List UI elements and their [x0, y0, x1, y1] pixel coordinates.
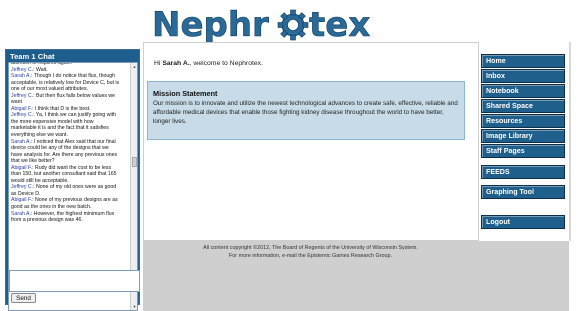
side-navigation: Home Inbox Notebook Shared Space Resourc…: [479, 48, 569, 241]
nav-feeds[interactable]: FEEDS: [481, 165, 565, 179]
chat-text: : None of my old ones were as good: [33, 184, 117, 191]
mission-title: Mission Statement: [153, 89, 218, 98]
footer-contact: For more information, e-mail the Epistem…: [229, 253, 392, 259]
nav-label: Resources: [486, 117, 523, 125]
chat-message-line: Jeffrey C.: But then flux falls below va…: [11, 93, 129, 100]
chat-speaker: Abigail F.: [11, 197, 33, 204]
chat-text: : Though I do notice that flux, though: [30, 73, 116, 80]
chat-text: : Rudy did want the cost to be less: [32, 164, 112, 171]
scroll-down-arrow-icon[interactable]: ▼: [132, 304, 137, 309]
main-content: Hi Sarah A., welcome to Nephrotex. Missi…: [143, 42, 479, 241]
chat-text: : Wait.: [33, 66, 48, 73]
chat-speaker: Abigail F.: [11, 105, 33, 112]
chat-speaker: Jeffrey C.: [11, 92, 34, 99]
message-label: Message: [9, 263, 31, 269]
nav-staff-pages[interactable]: Staff Pages: [481, 144, 565, 158]
nephrotex-logo: Nephr tex: [152, 5, 371, 42]
chat-text: that we like better?: [11, 158, 55, 165]
chat-text: : But then flux falls below values we: [33, 92, 115, 99]
logo-text-left: Nephr: [152, 5, 269, 42]
chat-text: than 150, but another consultant said th…: [11, 171, 117, 178]
chat-text: everything else we want.: [11, 132, 68, 139]
footer: All content copyright ©2012, The Board o…: [143, 241, 569, 311]
nav-resources[interactable]: Resources: [481, 114, 565, 128]
nav-inbox[interactable]: Inbox: [481, 69, 565, 83]
nav-notebook[interactable]: Notebook: [481, 84, 565, 98]
nav-label: Notebook: [486, 87, 519, 95]
chat-text: : I think that D is the best.: [32, 105, 91, 112]
chat-text: : None of my previous designs are as: [32, 197, 118, 204]
chat-text: as Device D.: [11, 190, 41, 197]
chat-lines: attention is required again. Jeffrey C.: …: [11, 62, 129, 224]
chat-speaker: Jeffrey C.: [11, 184, 34, 191]
chat-text: attention is required again.: [11, 62, 73, 66]
logo-text-right: tex: [309, 5, 371, 42]
nav-graphing-tool[interactable]: Graphing Tool: [481, 185, 565, 199]
chat-speaker: Jeffrey C.: [11, 66, 34, 73]
welcome-message: Hi Sarah A., welcome to Nephrotex.: [154, 60, 263, 67]
chat-title: Team 1 Chat: [10, 52, 55, 61]
mission-statement-box: Mission Statement Our mission is to inno…: [147, 81, 465, 140]
nav-label: FEEDS: [486, 168, 510, 176]
chat-text: : I noticed that Alex said that our fina…: [30, 138, 116, 145]
nav-logout[interactable]: Logout: [481, 215, 565, 229]
nav-label: Image Library: [486, 132, 533, 140]
nav-label: Inbox: [486, 72, 505, 80]
chat-text: : However, the highest minimum flux: [30, 210, 115, 217]
mission-text: Our mission is to innovate and utilize t…: [153, 100, 458, 126]
chat-text: device could be any of the designs that …: [11, 145, 109, 152]
footer-copyright: All content copyright ©2012, The Board o…: [203, 245, 418, 251]
chat-text: have analysis for. Are there any previou…: [11, 151, 118, 158]
nav-label: Shared Space: [486, 102, 533, 110]
chat-text: one of our most valued attributes.: [11, 86, 88, 93]
nav-label: Logout: [486, 218, 511, 226]
chat-text: good as the ones in the new batch.: [11, 204, 92, 211]
nav-label: Staff Pages: [486, 147, 525, 155]
gear-icon: [277, 9, 309, 41]
chat-message-line: from a previous design was 46.: [11, 217, 129, 224]
chat-speaker: Abigail F.: [11, 164, 33, 171]
send-button[interactable]: Send: [11, 293, 36, 303]
right-divider: [569, 42, 571, 241]
chat-speaker: Sarah A.: [11, 210, 31, 217]
chat-text: want: [11, 99, 22, 106]
chat-speaker: Sarah A.: [11, 138, 31, 145]
chat-text: : Ya, I think we can justify going with: [33, 112, 116, 119]
nav-shared-space[interactable]: Shared Space: [481, 99, 565, 113]
chat-speaker: Jeffrey C.: [11, 112, 34, 119]
nav-image-library[interactable]: Image Library: [481, 129, 565, 143]
user-name: Sarah A.: [162, 60, 190, 67]
nav-label: Home: [486, 57, 506, 65]
nav-label: Graphing Tool: [486, 188, 534, 196]
chat-text: the more expensive model with how: [11, 118, 94, 125]
chat-text: would still be acceptable.: [11, 177, 69, 184]
chat-scroll-thumb[interactable]: [132, 157, 137, 167]
chat-text: marketable it is and the fact that it sa…: [11, 125, 109, 132]
chat-speaker: Sarah A.: [11, 73, 31, 80]
chat-text: acceptable, is relatively low for Device…: [11, 79, 120, 86]
message-input[interactable]: [9, 270, 140, 292]
scroll-up-arrow-icon[interactable]: ▲: [132, 64, 137, 69]
svg-text:tex: tex: [309, 5, 370, 42]
svg-text:Nephr: Nephr: [152, 5, 269, 42]
nav-home[interactable]: Home: [481, 54, 565, 68]
greeting-suffix: , welcome to Nephrotex.: [189, 60, 263, 67]
chat-text: from a previous design was 46.: [11, 217, 83, 224]
